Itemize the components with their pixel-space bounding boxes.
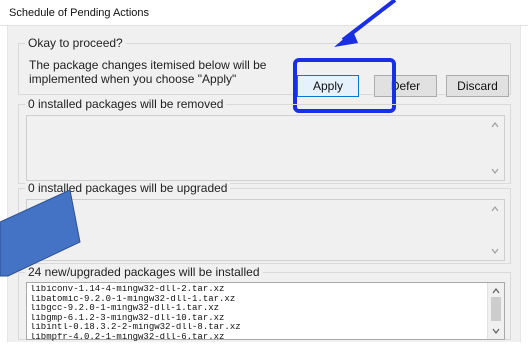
scrollbar-thumb[interactable] bbox=[491, 297, 501, 321]
list-item[interactable]: libgmp-6.1.2-3-mingw32-dll-10.tar.xz bbox=[30, 314, 486, 324]
list-item[interactable]: libgcc-9.2.0-1-mingw32-dll-1.tar.xz bbox=[30, 304, 486, 314]
removed-list[interactable] bbox=[26, 115, 505, 181]
list-item[interactable]: libiconv-1.14-4-mingw32-dll-2.tar.xz bbox=[30, 285, 486, 295]
scroll-up-icon[interactable] bbox=[489, 120, 501, 130]
installed-group: 24 new/upgraded packages will be install… bbox=[18, 265, 511, 343]
window-title: Schedule of Pending Actions bbox=[9, 7, 150, 19]
defer-button[interactable]: Defer bbox=[374, 75, 437, 97]
installed-list[interactable]: libiconv-1.14-4-mingw32-dll-2.tar.xz lib… bbox=[26, 282, 505, 343]
screenshot: Schedule of Pending Actions Okay to proc… bbox=[0, 0, 528, 347]
installed-heading: 24 new/upgraded packages will be install… bbox=[25, 265, 263, 280]
discard-button[interactable]: Discard bbox=[446, 75, 509, 97]
upgraded-heading: 0 installed packages will be upgraded bbox=[25, 181, 231, 196]
scroll-up-icon[interactable] bbox=[490, 286, 502, 296]
list-item[interactable]: libintl-0.18.3.2-2-mingw32-dll-8.tar.xz bbox=[30, 323, 486, 333]
title-bar: Schedule of Pending Actions bbox=[0, 0, 528, 26]
removed-heading: 0 installed packages will be removed bbox=[25, 97, 227, 112]
installed-file-list: libiconv-1.14-4-mingw32-dll-2.tar.xz lib… bbox=[30, 285, 486, 343]
removed-group: 0 installed packages will be removed bbox=[18, 97, 511, 184]
upgraded-list[interactable] bbox=[26, 199, 505, 261]
proceed-heading: Okay to proceed? bbox=[25, 36, 126, 51]
list-item[interactable]: libatomic-9.2.0-1-mingw32-dll-1.tar.xz bbox=[30, 295, 486, 305]
scroll-up-icon[interactable] bbox=[489, 204, 501, 214]
proceed-message: The package changes itemised below will … bbox=[29, 58, 267, 86]
scroll-down-icon[interactable] bbox=[489, 246, 501, 256]
dialog-body: Okay to proceed? The package changes ite… bbox=[7, 26, 521, 342]
apply-button[interactable]: Apply bbox=[297, 75, 359, 97]
upgraded-group: 0 installed packages will be upgraded bbox=[18, 181, 511, 264]
scroll-down-icon[interactable] bbox=[489, 166, 501, 176]
proceed-group: Okay to proceed? The package changes ite… bbox=[18, 36, 511, 113]
scroll-down-icon[interactable] bbox=[490, 326, 502, 336]
installed-scrollbar[interactable] bbox=[487, 283, 504, 339]
list-item[interactable]: libmpfr-4.0.2-1-mingw32-dll-6.tar.xz bbox=[30, 333, 486, 343]
